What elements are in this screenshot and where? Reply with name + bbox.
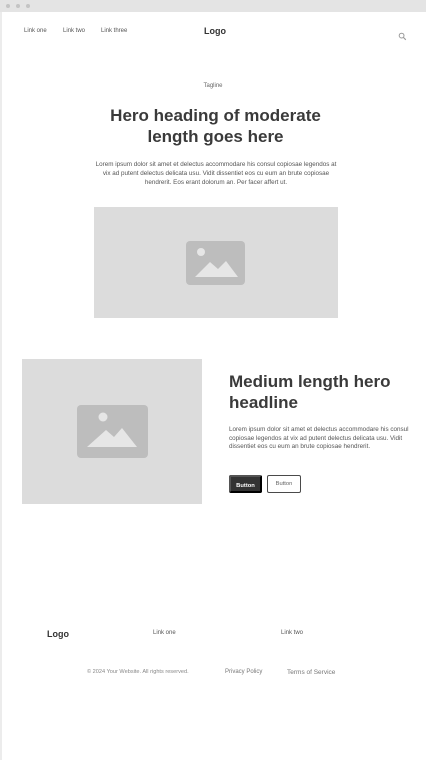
window-dot-icon [16,4,20,8]
image-placeholder-icon [77,405,148,458]
feature-body-text: Lorem ipsum dolor sit amet et delectus a… [229,426,409,450]
footer-copyright: © 2024 Your Website. All rights reserved… [87,669,189,675]
window-dot-icon [6,4,10,8]
privacy-policy-link[interactable]: Privacy Policy [225,669,262,675]
nav-logo[interactable]: Logo [204,26,226,36]
feature-heading: Medium length hero headline [229,372,391,412]
footer-logo[interactable]: Logo [47,629,69,639]
footer-link-one[interactable]: Link one [153,630,176,636]
nav-link-three[interactable]: Link three [101,28,127,34]
hero-heading: Hero heading of moderate length goes her… [110,106,321,146]
feature-image-placeholder [22,359,202,504]
search-icon[interactable] [398,28,407,41]
primary-button[interactable]: Button [229,475,262,493]
browser-chrome [0,0,426,12]
image-placeholder-icon [186,241,245,285]
nav-link-one[interactable]: Link one [24,28,47,34]
hero-tagline: Tagline [203,83,223,89]
top-navigation: Link one Link two Link three Logo [0,12,426,52]
terms-of-service-link[interactable]: Terms of Service [287,669,335,676]
window-dot-icon [26,4,30,8]
footer-link-two[interactable]: Link two [281,630,303,636]
hero-image-placeholder [94,207,338,318]
frame-border [0,12,2,760]
nav-link-two[interactable]: Link two [63,28,85,34]
hero-body-text: Lorem ipsum dolor sit amet et delectus a… [95,161,337,186]
secondary-button[interactable]: Button [267,475,301,493]
